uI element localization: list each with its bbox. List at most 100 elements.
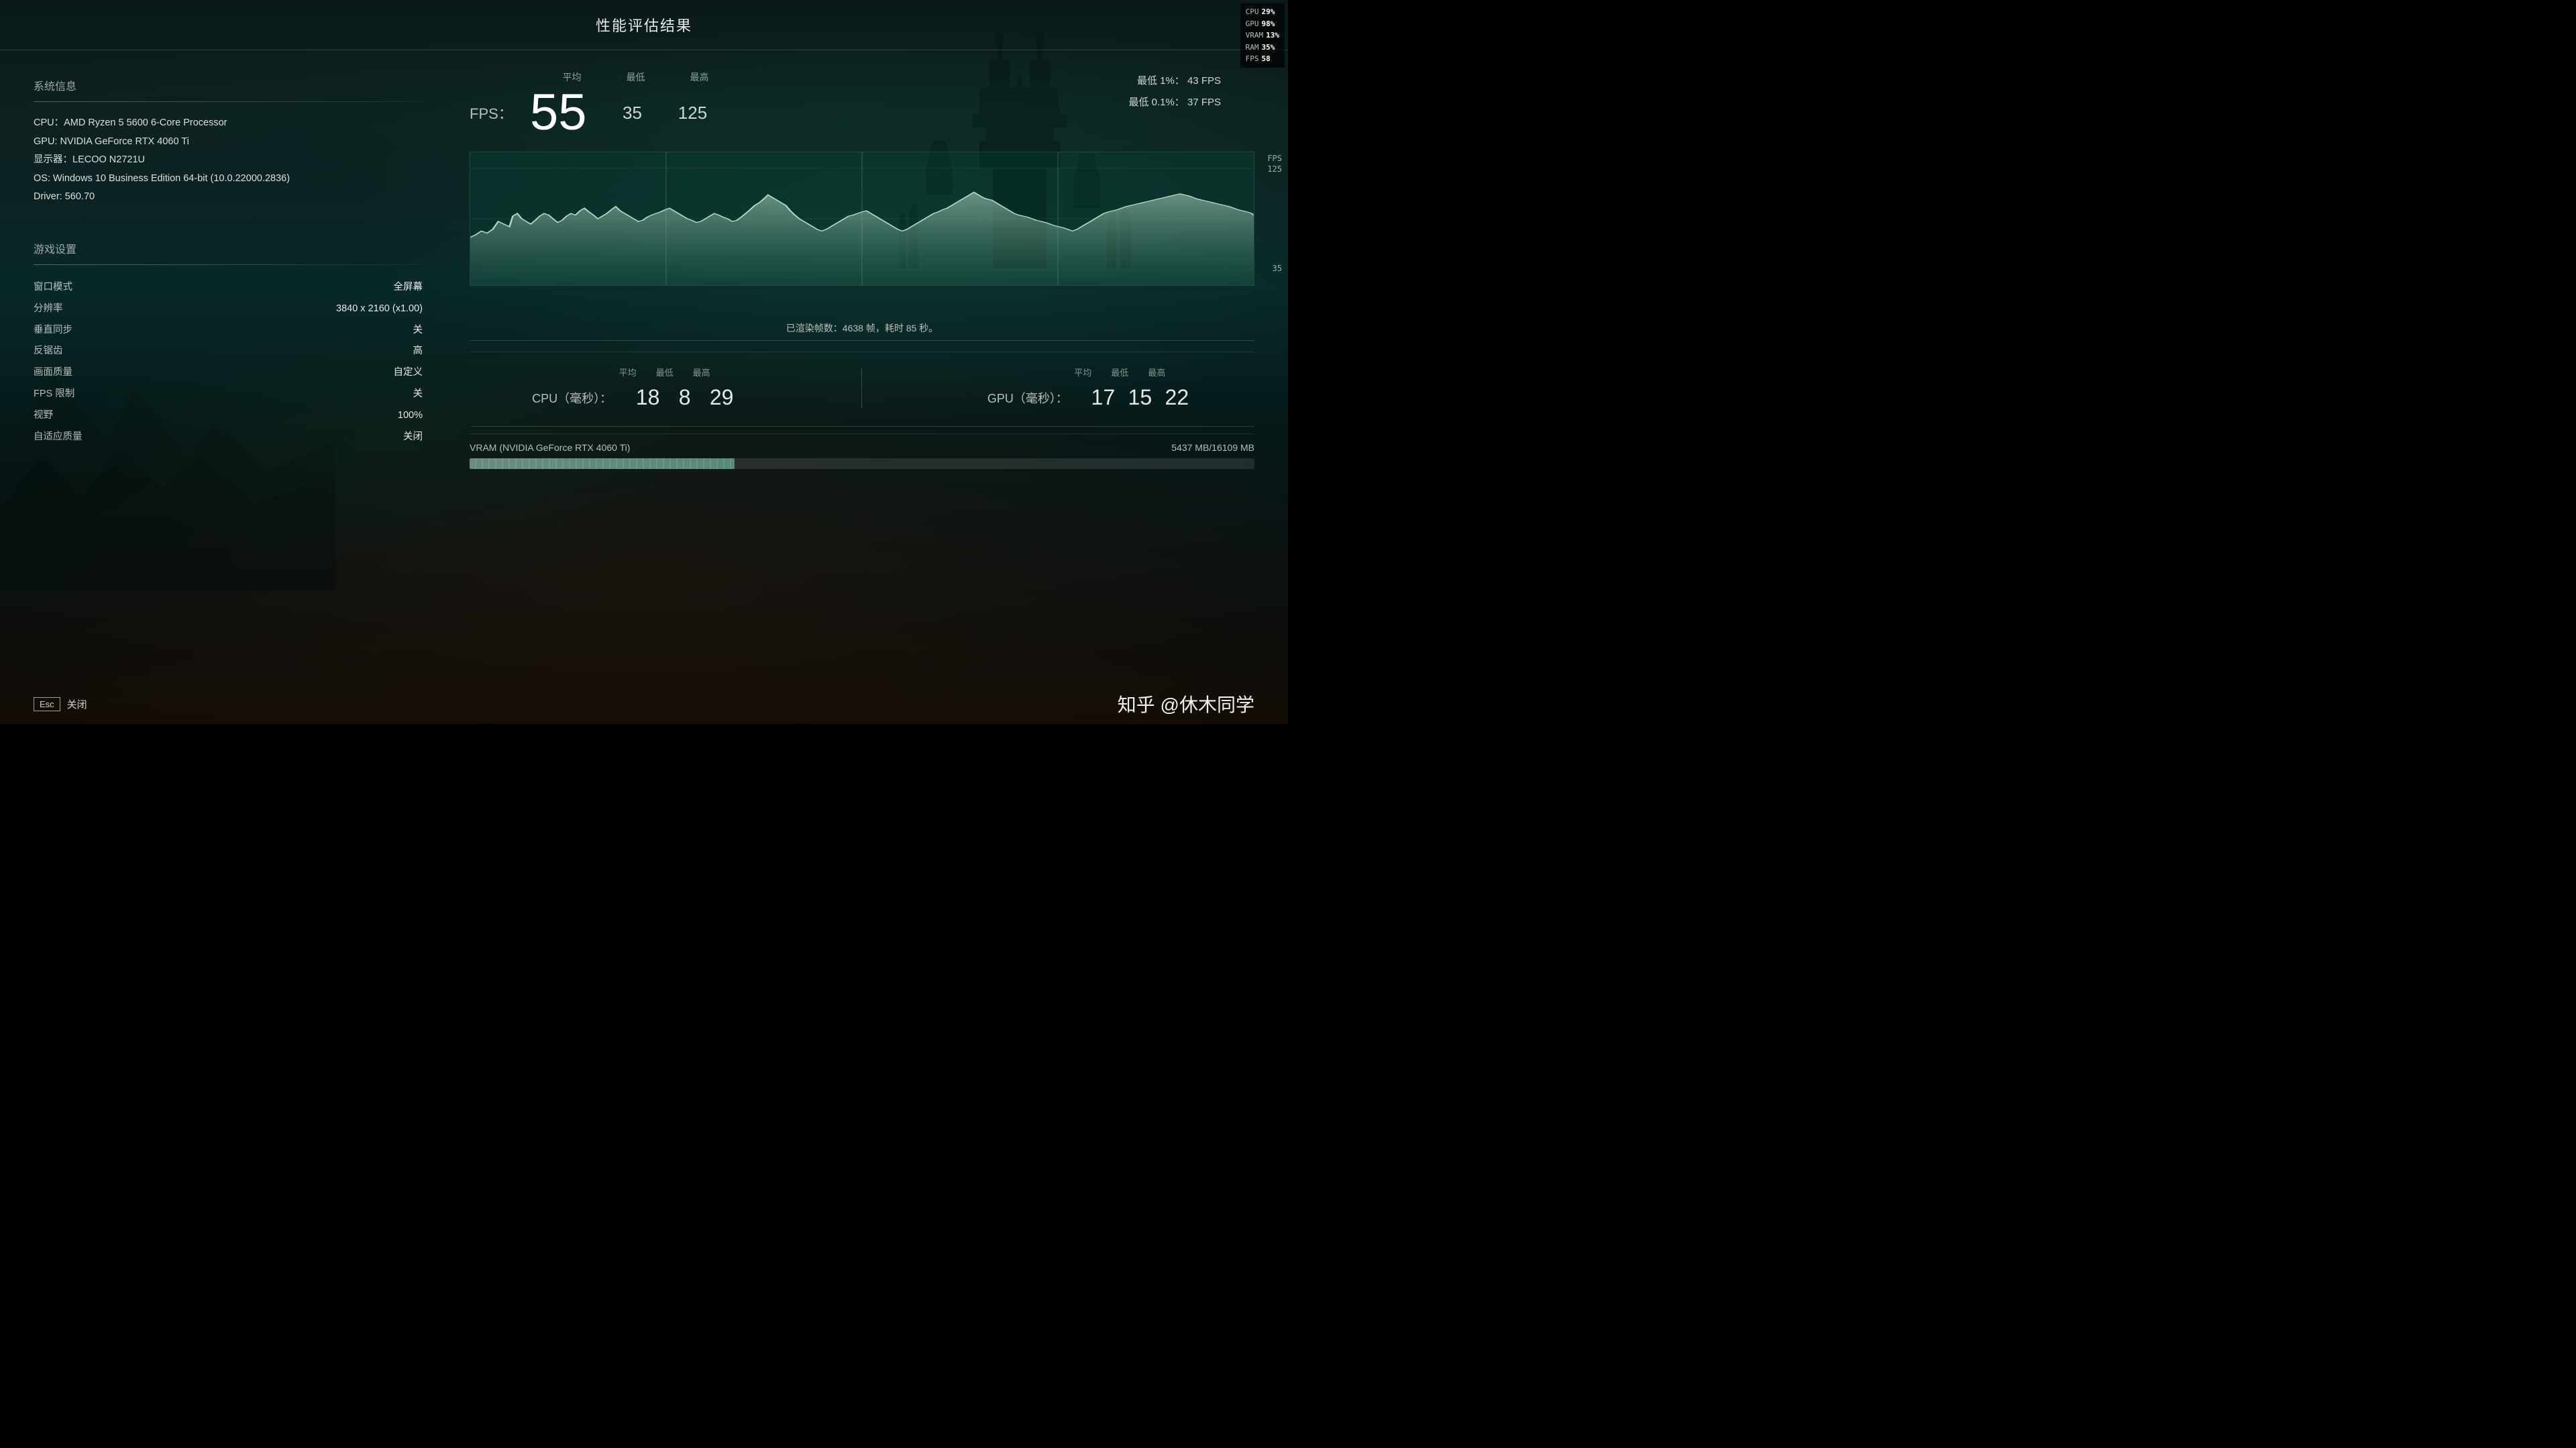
gpu-max-header: 最高 bbox=[1142, 366, 1172, 378]
setting-adaptive: 自适应质量 关闭 bbox=[34, 427, 423, 448]
top-bar: 性能评估结果 bbox=[0, 0, 1288, 50]
fps-min-value: 35 bbox=[617, 103, 647, 123]
hud-vram-label: VRAM bbox=[1246, 30, 1264, 42]
setting-resolution: 分辨率 3840 x 2160 (x1.00) bbox=[34, 299, 423, 320]
fps-max-header: 最高 bbox=[684, 70, 714, 84]
fps-chart: FPS 125 35 bbox=[470, 152, 1254, 286]
gpu-min-header: 最低 bbox=[1105, 366, 1135, 378]
timing-vertical-divider bbox=[861, 368, 862, 408]
hud-cpu-label: CPU bbox=[1246, 6, 1259, 18]
hud-cpu-value: 29% bbox=[1262, 6, 1275, 18]
setting-fov: 视野 100% bbox=[34, 405, 423, 427]
vram-bar-pattern bbox=[470, 458, 735, 469]
fps-avg-big: 55 bbox=[530, 87, 604, 138]
system-display: 显示器：LECOO N2721U bbox=[34, 151, 423, 170]
vram-header: VRAM (NVIDIA GeForce RTX 4060 Ti) 5437 M… bbox=[470, 442, 1254, 453]
setting-fps-limit: FPS 限制 关 bbox=[34, 384, 423, 405]
percentile-01-label: 最低 0.1%： bbox=[1128, 97, 1184, 108]
setting-adaptive-label: 自适应质量 bbox=[34, 427, 83, 448]
game-settings-section: 游戏设置 窗口模式 全屏幕 分辨率 3840 x 2160 (x1.00) 垂直… bbox=[34, 240, 423, 448]
setting-aa-label: 反锯齿 bbox=[34, 341, 63, 362]
cpu-timing-values: CPU（毫秒）： 18 8 29 bbox=[532, 385, 737, 410]
gpu-timing-group: 平均 最低 最高 GPU（毫秒）： 17 15 22 bbox=[987, 366, 1192, 410]
gpu-avg-value: 17 bbox=[1088, 385, 1118, 410]
setting-vsync-value: 关 bbox=[413, 320, 423, 342]
vram-divider bbox=[470, 426, 1254, 427]
cpu-max-value: 29 bbox=[706, 385, 737, 410]
esc-key[interactable]: Esc bbox=[34, 697, 60, 711]
timing-row: 平均 最低 最高 CPU（毫秒）： 18 8 29 平均 最低 bbox=[470, 352, 1254, 423]
right-panel: 平均 最低 最高 FPS： 55 35 125 最低 1%： 43 FPS bbox=[456, 50, 1288, 724]
chart-fps-text: FPS bbox=[1267, 154, 1282, 163]
setting-vsync: 垂直同步 关 bbox=[34, 320, 423, 342]
fps-stats-area: 平均 最低 最高 FPS： 55 35 125 最低 1%： 43 FPS bbox=[470, 64, 1254, 148]
fps-avg-header: 平均 bbox=[557, 70, 587, 84]
setting-resolution-label: 分辨率 bbox=[34, 299, 63, 320]
close-label: 关闭 bbox=[67, 697, 87, 711]
percentile-1-label: 最低 1%： bbox=[1137, 75, 1185, 87]
page-title: 性能评估结果 bbox=[596, 14, 692, 36]
gpu-avg-header: 平均 bbox=[1068, 366, 1098, 378]
vram-bar-container bbox=[470, 458, 1254, 469]
vram-section: VRAM (NVIDIA GeForce RTX 4060 Ti) 5437 M… bbox=[470, 433, 1254, 477]
hud-vram-line: VRAM 13% bbox=[1246, 30, 1279, 42]
watermark: 知乎 @休木同学 bbox=[1118, 690, 1254, 717]
setting-fov-value: 100% bbox=[398, 405, 423, 427]
left-panel: 系统信息 CPU：AMD Ryzen 5 5600 6-Core Process… bbox=[0, 50, 456, 724]
setting-adaptive-value: 关闭 bbox=[403, 427, 423, 448]
bottom-bar: Esc 关闭 知乎 @休木同学 bbox=[0, 684, 1288, 724]
setting-quality-label: 画面质量 bbox=[34, 362, 72, 384]
rendered-frames-text: 已渲染帧数：4638 帧，耗时 85 秒。 bbox=[786, 323, 938, 333]
close-hint: Esc 关闭 bbox=[34, 697, 87, 711]
system-cpu: CPU：AMD Ryzen 5 5600 6-Core Processor bbox=[34, 114, 423, 133]
fps-word: FPS： bbox=[470, 102, 517, 123]
cpu-max-header: 最高 bbox=[686, 366, 716, 378]
system-info-divider bbox=[34, 101, 423, 102]
percentile-stats: 最低 1%： 43 FPS 最低 0.1%： 37 FPS bbox=[1128, 70, 1221, 113]
percentile-01-value: 37 FPS bbox=[1187, 97, 1221, 108]
percentile-01-line: 最低 0.1%： 37 FPS bbox=[1128, 92, 1221, 113]
fps-sub-values: 35 125 bbox=[617, 103, 708, 123]
setting-fps-limit-value: 关 bbox=[413, 384, 423, 405]
percentile-1-value: 43 FPS bbox=[1187, 75, 1221, 87]
hud-gpu-value: 98% bbox=[1262, 18, 1275, 30]
gpu-col-headers: 平均 最低 最高 bbox=[1008, 366, 1172, 378]
gpu-max-value: 22 bbox=[1162, 385, 1192, 410]
hud-vram-value: 13% bbox=[1266, 30, 1279, 42]
setting-window-mode-label: 窗口模式 bbox=[34, 277, 72, 299]
chart-y-top: 125 bbox=[1267, 164, 1282, 174]
main-content: 系统信息 CPU：AMD Ryzen 5 5600 6-Core Process… bbox=[0, 50, 1288, 724]
setting-quality: 画面质量 自定义 bbox=[34, 362, 423, 384]
gpu-min-value: 15 bbox=[1125, 385, 1155, 410]
cpu-col-headers: 平均 最低 最高 bbox=[552, 366, 716, 378]
cpu-min-header: 最低 bbox=[649, 366, 680, 378]
chart-wrapper: FPS 125 35 bbox=[470, 148, 1254, 316]
fps-max-value: 125 bbox=[678, 103, 708, 123]
system-info-section: 系统信息 CPU：AMD Ryzen 5 5600 6-Core Process… bbox=[34, 77, 423, 207]
cpu-avg-value: 18 bbox=[633, 385, 663, 410]
cpu-timing-label: CPU（毫秒）： bbox=[532, 389, 626, 407]
setting-resolution-value: 3840 x 2160 (x1.00) bbox=[336, 299, 423, 320]
gpu-timing-label: GPU（毫秒）： bbox=[987, 389, 1081, 407]
cpu-avg-header: 平均 bbox=[612, 366, 643, 378]
hud-gpu-label: GPU bbox=[1246, 18, 1259, 30]
system-info-title: 系统信息 bbox=[34, 77, 423, 93]
setting-vsync-label: 垂直同步 bbox=[34, 320, 72, 342]
rendered-frames: 已渲染帧数：4638 帧，耗时 85 秒。 bbox=[470, 321, 1254, 335]
hud-cpu-line: CPU 29% bbox=[1246, 6, 1279, 18]
cpu-timing-group: 平均 最低 最高 CPU（毫秒）： 18 8 29 bbox=[532, 366, 737, 410]
gpu-timing-values: GPU（毫秒）： 17 15 22 bbox=[987, 385, 1192, 410]
setting-aa: 反锯齿 高 bbox=[34, 341, 423, 362]
game-settings-divider bbox=[34, 264, 423, 265]
cpu-min-value: 8 bbox=[669, 385, 700, 410]
fps-chart-svg bbox=[470, 152, 1254, 285]
timing-divider-top bbox=[470, 340, 1254, 341]
setting-fov-label: 视野 bbox=[34, 405, 53, 427]
vram-display: 5437 MB/16109 MB bbox=[1171, 442, 1254, 453]
percentile-1-line: 最低 1%： 43 FPS bbox=[1128, 70, 1221, 92]
vram-label: VRAM (NVIDIA GeForce RTX 4060 Ti) bbox=[470, 442, 630, 453]
system-os: OS: Windows 10 Business Edition 64-bit (… bbox=[34, 170, 423, 189]
setting-window-mode-value: 全屏幕 bbox=[394, 277, 423, 299]
fps-min-header: 最低 bbox=[621, 70, 651, 84]
vram-bar-fill bbox=[470, 458, 735, 469]
